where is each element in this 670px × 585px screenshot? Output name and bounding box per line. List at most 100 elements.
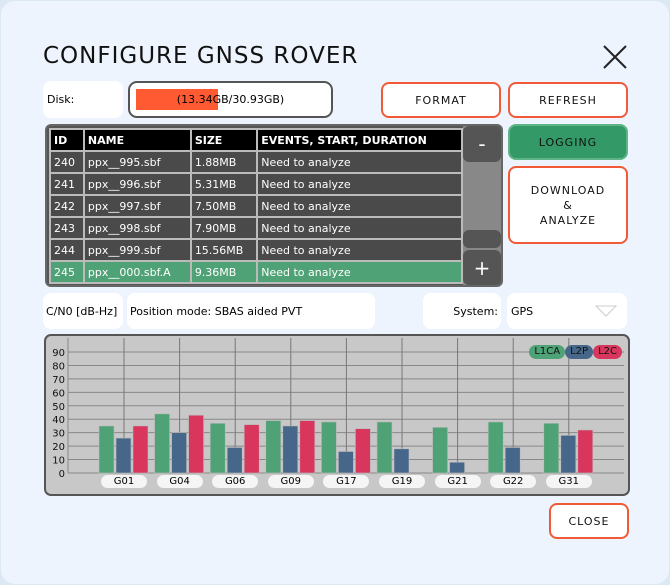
table-cell: Need to analyze [258,196,461,216]
bar-l2p [282,425,299,474]
table-cell: Need to analyze [258,174,461,194]
table-cell: 241 [51,174,83,194]
table-cell: Need to analyze [258,240,461,260]
bar-l2p [115,437,132,474]
table-row[interactable]: 240 ppx__995.sbf 1.88MB Need to analyze [51,152,461,172]
table-cell: ppx__996.sbf [84,174,190,194]
disk-label: Disk: [43,81,123,118]
refresh-button[interactable]: REFRESH [508,82,628,118]
cn0-label: C/N0 [dB-Hz] [43,293,123,329]
table-cell: ppx__998.sbf [84,218,190,238]
y-tick-label: 30 [52,429,65,440]
category-label: G22 [490,475,537,488]
legend-l2p: L2P [565,345,594,359]
table-row[interactable]: 242 ppx__997.sbf 7.50MB Need to analyze [51,196,461,216]
position-mode: Position mode: SBAS aided PVT [127,293,375,329]
position-mode-text: Position mode: SBAS aided PVT [130,304,303,318]
bar-l2c [132,425,149,474]
bar-l1ca [432,427,448,474]
column-header[interactable]: NAME [84,130,190,150]
system-value: GPS [511,304,534,318]
legend-l2c: L2C [593,345,622,359]
y-tick-label: 90 [52,348,65,359]
close-icon[interactable] [601,43,629,71]
system-select[interactable]: GPS [507,293,627,329]
chart-plot: 0 10 20 30 40 50 60 70 80 90 [52,338,624,480]
logging-button[interactable]: LOGGING [508,124,628,160]
bar-l2c [577,429,594,474]
disk-usage-text: (13.34GB/30.93GB) [176,93,285,106]
download-analyze-button[interactable]: DOWNLOAD & ANALYZE [508,166,628,244]
bar-l2p [449,461,465,474]
bar-l1ca [487,421,504,474]
y-tick-label: 50 [52,402,65,413]
category-label: G17 [323,475,370,488]
column-header[interactable]: EVENTS, START, DURATION [258,130,461,150]
bar-l2p [171,432,187,474]
table-cell: ppx__999.sbf [84,240,190,260]
bar-l1ca [154,413,170,474]
column-header[interactable]: SIZE [191,130,257,150]
chart-legend: L1CA L2P L2C [529,339,622,359]
table-cell: 244 [51,240,83,260]
y-tick-label: 40 [52,415,65,426]
legend-l1ca: L1CA [529,345,566,359]
bar-l2p [560,435,577,474]
table-cell: 242 [51,196,83,216]
file-table: ID NAME SIZE EVENTS, START, DURATION 240 ppx… [45,124,503,287]
table-row[interactable]: 243 ppx__998.sbf 7.90MB Need to analyze [51,218,461,238]
y-tick-label: 10 [52,456,65,467]
table-cell: 245 [51,262,83,282]
chevron-down-icon [595,305,617,317]
cn0-text: C/N0 [dB-Hz] [46,304,118,318]
category-label: G04 [156,475,203,488]
table-cell: ppx__997.sbf [84,196,190,216]
table-row[interactable]: 241 ppx__996.sbf 5.31MB Need to analyze [51,174,461,194]
close-button[interactable]: CLOSE [549,503,629,539]
scrollbar[interactable]: - + [463,126,501,285]
category-label: G01 [101,475,147,488]
category-label: G19 [379,475,425,488]
system-label-text: System: [453,304,498,318]
format-button[interactable]: FORMAT [381,82,501,118]
bar-l2p [393,448,410,474]
bar-l2c [243,424,260,474]
bar-l1ca [209,422,226,474]
download-label: DOWNLOAD [530,183,606,197]
y-tick-label: 20 [52,442,65,453]
bar-l2c [355,428,371,474]
table-cell: 7.50MB [191,196,257,216]
table-cell: 5.31MB [191,174,257,194]
category-label: G09 [267,475,314,488]
column-header[interactable]: ID [51,130,83,150]
analyze-label: ANALYZE [539,213,597,227]
scroll-thumb[interactable] [463,230,501,248]
table-header: ID NAME SIZE EVENTS, START, DURATION [51,130,461,150]
y-tick-label: 0 [59,469,65,480]
page-title: CONFIGURE GNSS ROVER [43,43,359,69]
table-row[interactable]: 244 ppx__999.sbf 15.56MB Need to analyze [51,240,461,260]
table-cell: ppx__995.sbf [84,152,190,172]
bar-l2p [338,451,354,474]
table-cell: 9.36MB [191,262,257,282]
table-row[interactable]: 245 ppx__000.sbf.A 9.36MB Need to analyze [51,262,461,282]
table-cell: Need to analyze [258,152,461,172]
disk-usage-bar: (13.34GB/30.93GB) [128,81,333,118]
table-cell: ppx__000.sbf.A [84,262,190,282]
disk-label-text: Disk: [47,93,75,106]
y-tick-label: 70 [52,375,65,386]
table-cell: 240 [51,152,83,172]
table-cell: 1.88MB [191,152,257,172]
bar-l2p [504,447,521,474]
bar-l1ca [376,421,393,474]
bar-l1ca [543,422,560,474]
category-label: G21 [434,475,481,488]
bar-l1ca [98,425,115,474]
scroll-down-button[interactable]: + [463,250,501,285]
y-tick-label: 60 [52,388,65,399]
table-cell: 15.56MB [191,240,257,260]
scroll-up-button[interactable]: - [463,126,501,162]
bar-l1ca [265,420,282,474]
bar-l2c [188,414,204,474]
table-cell: 243 [51,218,83,238]
